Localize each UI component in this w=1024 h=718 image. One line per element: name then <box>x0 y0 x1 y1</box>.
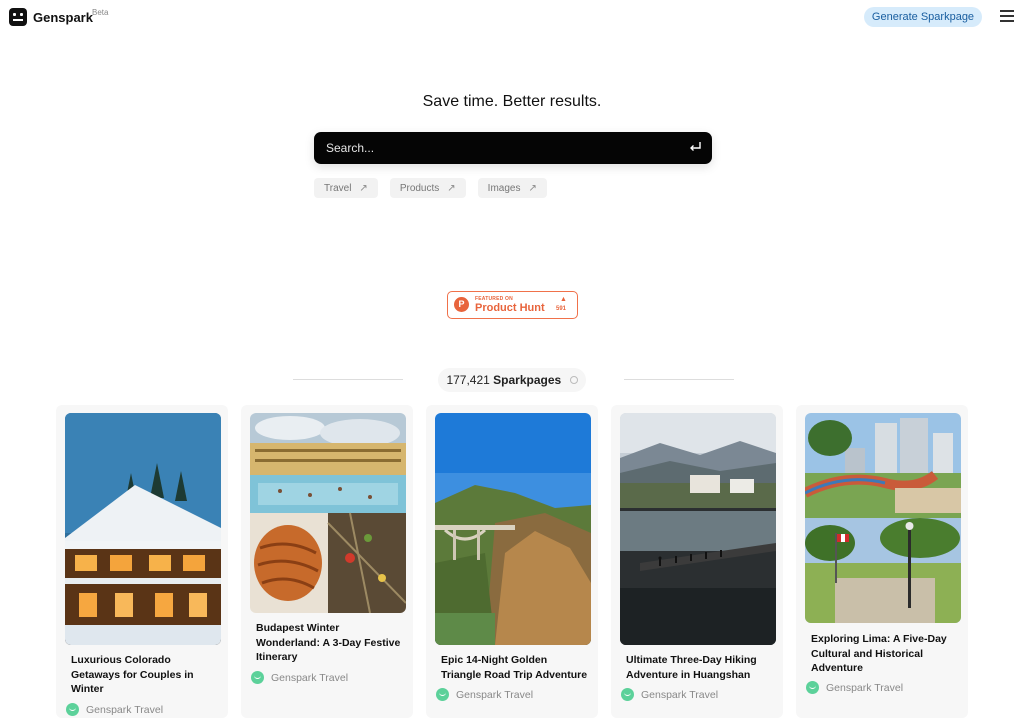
product-hunt-badge[interactable]: P FEATURED ON Product Hunt ▲ 591 <box>447 291 578 319</box>
counter-label: Sparkpages <box>493 373 562 387</box>
counter-number: 177,421 <box>446 373 490 387</box>
genspark-travel-icon <box>436 688 449 701</box>
sparkpage-card[interactable]: Ultimate Three-Day Hiking Adventure in H… <box>611 405 783 718</box>
chip-images[interactable]: Images ↗ <box>477 178 547 198</box>
sparkpage-counter: 177,421 Sparkpages <box>438 368 586 392</box>
card-source-label: Genspark Travel <box>456 688 534 701</box>
card-title: Epic 14-Night Golden Triangle Road Trip … <box>441 654 588 681</box>
genspark-travel-icon <box>621 688 634 701</box>
card-thumbnail <box>250 413 406 613</box>
card-source-label: Genspark Travel <box>271 671 349 684</box>
quick-chips: Travel ↗ Products ↗ Images ↗ <box>314 178 559 198</box>
sparkpage-card[interactable]: Budapest Winter Wonderland: A 3-Day Fest… <box>241 405 413 718</box>
card-source-label: Genspark Travel <box>641 688 719 701</box>
upvote-triangle-icon: ▲ <box>560 296 567 303</box>
card-title: Luxurious Colorado Getaways for Couples … <box>71 654 194 695</box>
arrow-up-right-icon: ↗ <box>528 182 537 194</box>
card-title: Budapest Winter Wonderland: A 3-Day Fest… <box>256 622 401 663</box>
beta-badge: Beta <box>92 8 109 17</box>
product-hunt-title: Product Hunt <box>475 302 545 314</box>
arrow-up-right-icon: ↗ <box>447 182 456 194</box>
brand-name: Genspark <box>33 9 93 25</box>
card-source: Genspark Travel <box>806 681 903 694</box>
card-source-label: Genspark Travel <box>86 703 164 716</box>
genspark-logo-icon <box>9 8 27 26</box>
generate-sparkpage-button[interactable]: Generate Sparkpage <box>864 7 982 27</box>
enter-icon[interactable] <box>688 140 702 154</box>
chip-label: Travel <box>324 182 352 194</box>
product-hunt-icon: P <box>454 297 469 312</box>
top-bar: Genspark Beta Generate Sparkpage <box>0 0 1024 36</box>
card-source: Genspark Travel <box>436 688 533 701</box>
card-source: Genspark Travel <box>621 688 718 701</box>
tagline: Save time. Better results. <box>422 93 602 110</box>
card-thumbnail <box>435 413 591 645</box>
upvote-count: 591 <box>556 306 567 312</box>
card-thumbnail <box>65 413 221 645</box>
divider-right <box>624 379 734 380</box>
card-source: Genspark Travel <box>251 671 348 684</box>
chip-travel[interactable]: Travel ↗ <box>314 178 378 198</box>
sparkpage-card[interactable]: Exploring Lima: A Five-Day Cultural and … <box>796 405 968 718</box>
divider-left <box>293 379 403 380</box>
arrow-up-right-icon: ↗ <box>359 182 368 194</box>
card-title: Exploring Lima: A Five-Day Cultural and … <box>811 633 947 674</box>
search-input[interactable] <box>326 132 666 164</box>
card-thumbnail <box>620 413 776 645</box>
hamburger-menu-icon[interactable] <box>1000 10 1014 22</box>
card-source-label: Genspark Travel <box>826 681 904 694</box>
sparkpage-card[interactable]: Epic 14-Night Golden Triangle Road Trip … <box>426 405 598 718</box>
brand-logo[interactable]: Genspark <box>9 8 93 26</box>
chip-label: Images <box>487 182 521 194</box>
chip-products[interactable]: Products ↗ <box>389 178 466 198</box>
chip-label: Products <box>399 182 440 194</box>
genspark-travel-icon <box>806 681 819 694</box>
card-source: Genspark Travel <box>66 703 163 716</box>
genspark-travel-icon <box>66 703 79 716</box>
sparkpage-card[interactable]: Luxurious Colorado Getaways for Couples … <box>56 405 228 718</box>
genspark-travel-icon <box>251 671 264 684</box>
search-bar <box>314 132 712 164</box>
info-icon[interactable] <box>569 375 578 384</box>
card-title: Ultimate Three-Day Hiking Adventure in H… <box>626 654 757 681</box>
card-thumbnail <box>805 413 961 623</box>
